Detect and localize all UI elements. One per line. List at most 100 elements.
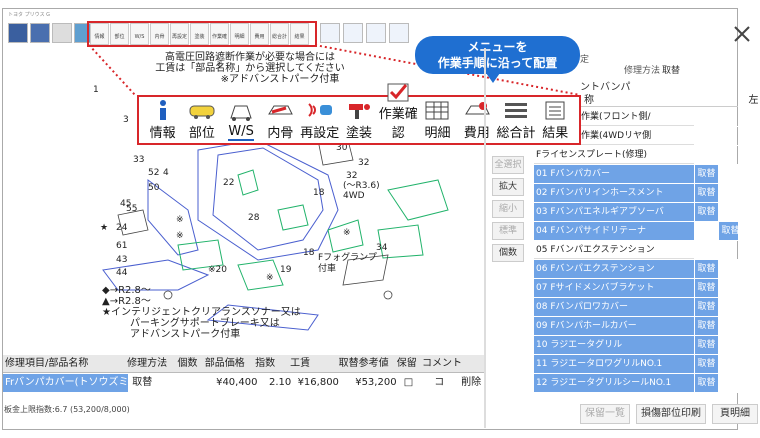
bottom-table-header: 修理項目/部品名称 修理方法 個数 部品価格 指数 工賃 取替参考値 保留 コメント — [3, 355, 484, 373]
note-line: ★インテリジェントクリアランスソナー又は — [102, 307, 301, 318]
list-item[interactable]: Fライセンスプレート(修理) — [534, 146, 738, 165]
list-item[interactable]: 04 Fバンパサイドリテーナ 取替 — [534, 222, 738, 241]
list-item[interactable]: 10 ラジエータグリル 取替 — [534, 336, 738, 355]
list-item-c2 — [718, 165, 738, 183]
list-item[interactable]: 07 Fサイドメンバブラケット 取替 — [534, 279, 738, 298]
toolbar-button-5[interactable]: 塗装 — [339, 95, 378, 141]
footer-button-1[interactable]: 損傷部位印刷 — [636, 404, 706, 424]
repair-method-value[interactable]: 取替 — [662, 63, 680, 76]
repair-method-label: 修理方法 — [624, 66, 661, 76]
toolbar-button-label: 再設定 — [300, 126, 340, 141]
list-item[interactable]: 05 Fバンパエクステンション — [534, 241, 738, 260]
list-item-name: 07 Fサイドメンバブラケット — [534, 279, 694, 297]
note-line: ▲→R2.8〜 — [102, 296, 151, 307]
drawing-note-bottom: ◆→R2.8〜 ▲→R2.8〜 ★インテリジェントクリアランスソナー又は パーキ… — [102, 285, 301, 340]
toolbar-button-1[interactable]: 部位 — [182, 95, 221, 141]
toolbar-button-label: 総合計 — [496, 126, 536, 141]
callout-tail — [486, 73, 500, 83]
side-button-4[interactable]: 個数 — [492, 244, 524, 262]
toolbar-button-6[interactable]: 作業確認 — [378, 83, 418, 141]
left-toolbar — [8, 23, 95, 43]
print-icon[interactable] — [52, 23, 72, 43]
toolbar-button-9[interactable]: 総合計 — [496, 95, 536, 141]
column-header: 修理項目/部品名称 — [5, 358, 89, 369]
list-item-c2 — [718, 260, 738, 278]
list-item-c2: 取替 — [718, 222, 738, 240]
label-19: 19 — [280, 265, 292, 275]
checklist-icon — [384, 82, 412, 102]
save-as-icon[interactable] — [30, 23, 50, 43]
result-icon — [541, 99, 569, 121]
label-44: 44 — [116, 268, 128, 278]
column-header: 工賃 — [290, 358, 311, 369]
list-item-c2 — [718, 184, 738, 202]
label-18b: 18 — [313, 188, 325, 198]
callout-bubble: メニューを 作業手順に沿って配置 — [415, 36, 580, 74]
list-item[interactable]: 02 Fバンパリインホースメント 取替 — [534, 184, 738, 203]
car-frame-icon — [266, 99, 294, 121]
table-row[interactable]: Frバンパカバー(トソウズミ) 取替 ¥40,400 2.10 ¥16,800 … — [3, 374, 484, 392]
footer-buttons: 保留一覧 損傷部位印刷 頁明細 — [580, 404, 758, 424]
car-parts-icon — [188, 99, 216, 121]
list-item[interactable]: 06 Fバンパエクステンション 取替 — [534, 260, 738, 279]
list-item[interactable]: 01 Fバンパカバー 取替 — [534, 165, 738, 184]
column-header: 取替参考値 — [338, 358, 389, 369]
list-item-c1: 取替 — [694, 355, 718, 373]
col-left: 左 — [748, 95, 759, 106]
toolbar-button-label: 作業確認 — [378, 107, 418, 141]
cell-comment[interactable]: コ — [420, 374, 458, 392]
list-item-name: 05 Fバンパエクステンション — [534, 241, 694, 259]
side-button-2[interactable]: 縮小 — [492, 200, 524, 218]
cell-labor: ¥16,800 — [297, 377, 339, 388]
list-item[interactable]: 09 Fバンパホールカバー 取替 — [534, 317, 738, 336]
note-line: アドバンストパーク付車 — [130, 329, 241, 340]
main-toolbar: 情報 部位 W/S 内骨 再設定 塗装 作業確認 明細 費用 総合計 結果 — [137, 83, 581, 145]
list-item[interactable]: 12 ラジエータグリルシールNO.1 取替 — [534, 374, 738, 393]
toolbar-button-4[interactable]: 再設定 — [300, 95, 339, 141]
label-r36: (〜R3.6) — [343, 181, 380, 191]
list-item-c1: 取替 — [694, 374, 718, 392]
side-button-1[interactable]: 拡大 — [492, 178, 524, 196]
label-mark1: ※ — [176, 215, 184, 225]
column-header: 指数 — [255, 358, 276, 369]
list-item-c1: 取替 — [694, 298, 718, 316]
delete-button[interactable]: 削除 — [458, 374, 484, 392]
list-item[interactable]: 03 Fバンパエネルギアブソーバ 取替 — [534, 203, 738, 222]
save-icon[interactable] — [8, 23, 28, 43]
side-buttons: 全選択拡大縮小標準個数 — [492, 156, 524, 262]
label-43: 43 — [116, 255, 127, 265]
list-item-c2 — [718, 374, 738, 392]
footer-button-2[interactable]: 頁明細 — [712, 404, 758, 424]
toolbar-button-label: 結果 — [542, 126, 569, 141]
list-item[interactable]: 08 Fバンパロワカバー 取替 — [534, 298, 738, 317]
parts-list: 圧回路遮断作業(フロント側/圧回路遮断作業(4WDリヤ側 Fライセンスプレート(修… — [534, 108, 738, 393]
toolbar-button-10[interactable]: 結果 — [536, 95, 575, 141]
toolbar-button-label: 塗装 — [345, 126, 372, 141]
toolbar-button-3[interactable]: 内骨 — [261, 95, 300, 141]
list-item-name: Fライセンスプレート(修理) — [534, 146, 694, 164]
toolbar-button-8[interactable]: 費用 — [457, 95, 496, 141]
total-icon — [502, 99, 530, 121]
close-icon[interactable] — [732, 24, 752, 44]
label-50: 50 — [148, 183, 160, 193]
toolbar-button-2[interactable]: W/S — [222, 95, 261, 141]
side-button-0[interactable]: 全選択 — [492, 156, 524, 174]
side-button-3[interactable]: 標準 — [492, 222, 524, 240]
callout-line2: 作業手順に沿って配置 — [437, 56, 558, 70]
cell-hold[interactable]: □ — [397, 374, 421, 392]
footer-button-0[interactable]: 保留一覧 — [580, 404, 630, 424]
list-item-name: 11 ラジエータロワグリルNO.1 — [534, 355, 694, 373]
list-item-name: 06 Fバンパエクステンション — [534, 260, 694, 278]
list-item-c1: 取替 — [694, 336, 718, 354]
list-item-c1: 取替 — [694, 184, 718, 202]
toolbar-button-label: 部位 — [188, 126, 215, 141]
list-item-c2 — [718, 298, 738, 316]
toolbar-button-7[interactable]: 明細 — [418, 95, 457, 141]
list-item-c1 — [694, 127, 718, 145]
label-4wd: 4WD — [343, 191, 365, 201]
toolbar-button-0[interactable]: 情報 — [143, 95, 182, 141]
table-icon — [423, 99, 451, 121]
list-item-name: 01 Fバンパカバー — [534, 165, 694, 183]
column-header: 部品価格 — [204, 358, 245, 369]
list-item[interactable]: 11 ラジエータロワグリルNO.1 取替 — [534, 355, 738, 374]
